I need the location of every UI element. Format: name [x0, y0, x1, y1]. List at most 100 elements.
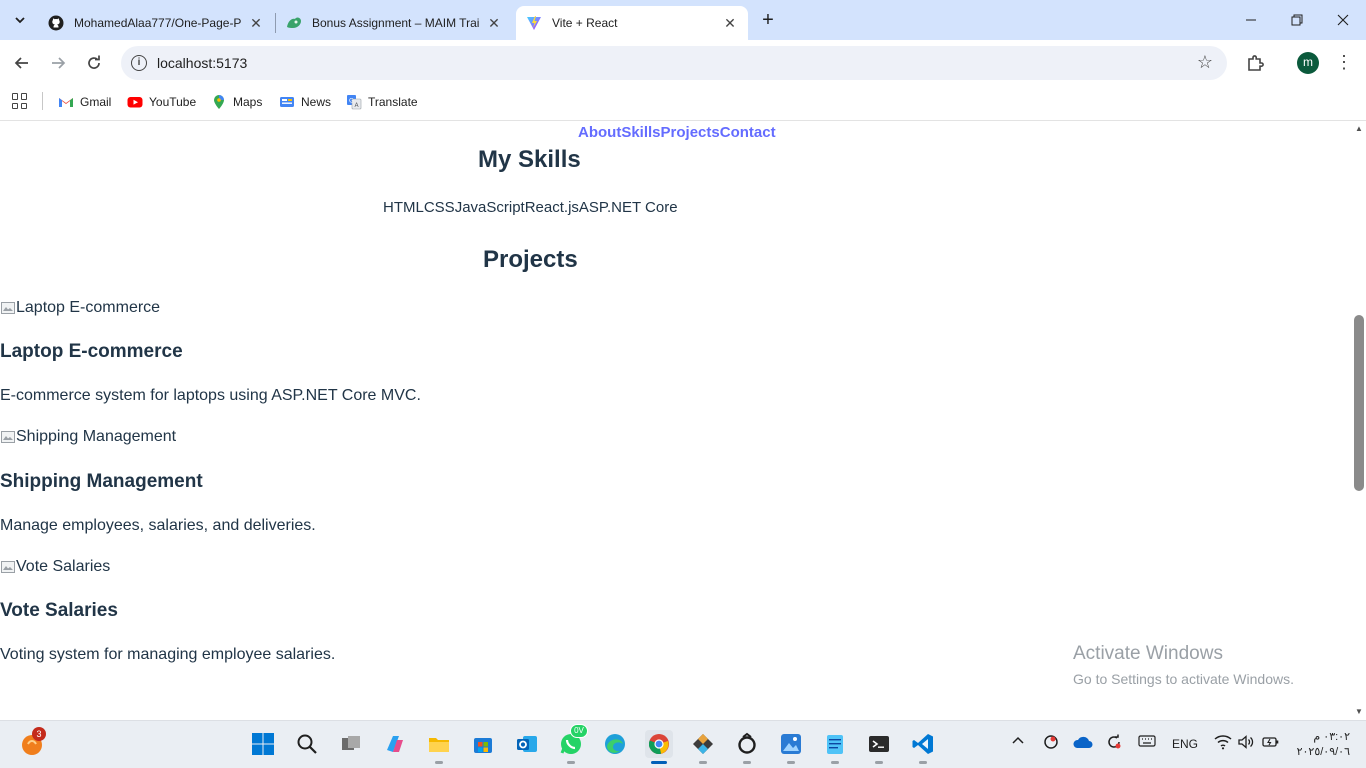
close-tab-icon[interactable]: ✕: [486, 15, 502, 31]
close-window-icon[interactable]: [1320, 0, 1366, 40]
image-alt-text: Laptop E-commerce: [16, 299, 161, 316]
tab-github[interactable]: MohamedAlaa777/One-Page-P ✕: [38, 6, 274, 40]
nav-link-projects[interactable]: Projects: [661, 124, 720, 141]
notepad-icon[interactable]: [821, 730, 849, 764]
skills-list: HTML CSS JavaScript React.js ASP.NET Cor…: [383, 199, 678, 216]
project-description: Voting system for managing employee sala…: [0, 646, 336, 663]
search-icon[interactable]: [293, 730, 321, 758]
youtube-icon: [127, 97, 143, 108]
broken-image-icon: [1, 561, 15, 573]
browser-toolbar: i localhost:5173 ☆ m ⋮: [0, 40, 1366, 86]
edge-icon[interactable]: [601, 730, 629, 758]
bookmark-maps[interactable]: Maps: [211, 92, 262, 112]
projects-heading: Projects: [483, 246, 578, 273]
bookmark-label: Gmail: [80, 95, 112, 109]
skill-item: CSS: [423, 199, 455, 216]
restore-icon[interactable]: [1274, 0, 1320, 40]
bookmarks-bar: Gmail YouTube Maps News GA Translate: [0, 86, 1366, 121]
terminal-icon[interactable]: [865, 730, 893, 764]
tab-title: Vite + React: [552, 16, 618, 30]
bookmark-label: Maps: [233, 95, 263, 109]
github-desktop-icon[interactable]: [733, 730, 761, 764]
bookmark-youtube[interactable]: YouTube: [127, 92, 196, 112]
tab-maim[interactable]: Bonus Assignment – MAIM Trai ✕: [276, 6, 512, 40]
project-image: Laptop E-commerce: [0, 298, 800, 318]
minimize-icon[interactable]: [1228, 0, 1274, 40]
reload-icon[interactable]: [82, 51, 106, 75]
outlook-icon[interactable]: [513, 730, 541, 758]
new-tab-plus-icon[interactable]: +: [756, 9, 780, 33]
input-language[interactable]: ENG: [1172, 737, 1198, 751]
maps-icon: [214, 95, 224, 109]
nav-link-skills[interactable]: Skills: [621, 124, 660, 141]
photos-app-icon[interactable]: [777, 730, 805, 764]
close-tab-icon[interactable]: ✕: [722, 15, 738, 31]
project-description: E-commerce system for laptops using ASP.…: [0, 387, 421, 404]
project-title: Vote Salaries: [0, 600, 118, 621]
notification-app-icon[interactable]: 3: [18, 727, 46, 758]
taskbar-clock[interactable]: ٠٣:٠٢ م ٢٠٢٥/٠٩/٠٦: [1290, 730, 1350, 760]
whatsapp-icon[interactable]: 0V: [557, 724, 588, 764]
notification-badge: 3: [32, 727, 46, 741]
address-bar[interactable]: i localhost:5173 ☆: [121, 46, 1227, 80]
battery-icon[interactable]: [1262, 734, 1280, 753]
url-text[interactable]: localhost:5173: [157, 55, 247, 71]
keyboard-icon[interactable]: [1138, 734, 1156, 751]
more-menu-icon[interactable]: ⋮: [1334, 51, 1354, 75]
scroll-up-arrow-icon[interactable]: ▲: [1354, 124, 1364, 134]
watermark-subtitle: Go to Settings to activate Windows.: [1073, 671, 1294, 687]
nav-link-contact[interactable]: Contact: [720, 124, 776, 141]
onedrive-cloud-icon[interactable]: [1073, 735, 1093, 752]
wifi-icon[interactable]: [1214, 734, 1232, 753]
vscode-icon[interactable]: [909, 730, 937, 764]
image-alt-text: Shipping Management: [16, 428, 177, 445]
tab-search-chevron-icon[interactable]: [8, 8, 32, 32]
project-title: Shipping Management: [0, 471, 203, 492]
close-tab-icon[interactable]: ✕: [248, 15, 264, 31]
maim-icon: [287, 17, 301, 28]
bookmark-star-icon[interactable]: ☆: [1197, 52, 1213, 73]
scroll-down-arrow-icon[interactable]: ▼: [1354, 707, 1364, 717]
bookmark-label: YouTube: [149, 95, 197, 109]
page-nav: About Skills Projects Contact: [578, 124, 776, 141]
skill-item: ASP.NET Core: [578, 199, 678, 216]
project-card: Laptop E-commerce Laptop E-commerce E-co…: [0, 298, 800, 404]
translate-icon: GA: [347, 95, 362, 110]
sync-icon[interactable]: [1106, 734, 1122, 753]
project-image: Shipping Management: [0, 427, 800, 447]
git-tool-icon[interactable]: [689, 730, 717, 764]
bookmark-gmail[interactable]: Gmail: [58, 92, 111, 112]
volume-icon[interactable]: [1237, 734, 1255, 753]
profile-avatar[interactable]: m: [1297, 52, 1319, 74]
bookmarks-divider: [42, 92, 43, 110]
chrome-icon[interactable]: [645, 730, 673, 764]
task-view-icon[interactable]: [337, 730, 365, 758]
scrollbar-thumb[interactable]: [1354, 315, 1364, 491]
tray-app-icon[interactable]: [1043, 734, 1059, 753]
tab-vite-react[interactable]: Vite + React ✕: [516, 6, 748, 40]
windows-taskbar: 3 0V ENG ٠٣:٠٢ م ٢٠٢٥/٠٩/٠٦: [0, 720, 1366, 768]
start-windows-icon[interactable]: [249, 730, 277, 758]
svg-text:G: G: [349, 98, 354, 105]
copilot-icon[interactable]: [381, 730, 409, 758]
project-card: Shipping Management Shipping Management …: [0, 427, 800, 534]
nav-link-about[interactable]: About: [578, 124, 621, 141]
skill-item: HTML: [383, 199, 424, 216]
file-explorer-icon[interactable]: [425, 730, 453, 764]
skill-item: React.js: [524, 199, 579, 216]
site-info-icon[interactable]: i: [131, 55, 147, 71]
bookmark-label: News: [301, 95, 332, 109]
tab-title: MohamedAlaa777/One-Page-P: [74, 16, 242, 30]
show-hidden-icons-chevron-icon[interactable]: [1011, 733, 1025, 750]
bookmark-news[interactable]: News: [279, 92, 331, 112]
whatsapp-badge: 0V: [570, 724, 588, 738]
bookmark-translate[interactable]: GA Translate: [346, 92, 418, 112]
apps-grid-icon[interactable]: [12, 93, 28, 109]
back-arrow-icon[interactable]: [10, 51, 34, 75]
project-card: Vote Salaries Vote Salaries Voting syste…: [0, 557, 800, 663]
page-scrollbar[interactable]: ▲ ▼: [1352, 121, 1366, 720]
project-title: Laptop E-commerce: [0, 341, 183, 362]
forward-arrow-icon[interactable]: [46, 51, 70, 75]
extensions-puzzle-icon[interactable]: [1243, 51, 1267, 75]
microsoft-store-icon[interactable]: [469, 730, 497, 758]
